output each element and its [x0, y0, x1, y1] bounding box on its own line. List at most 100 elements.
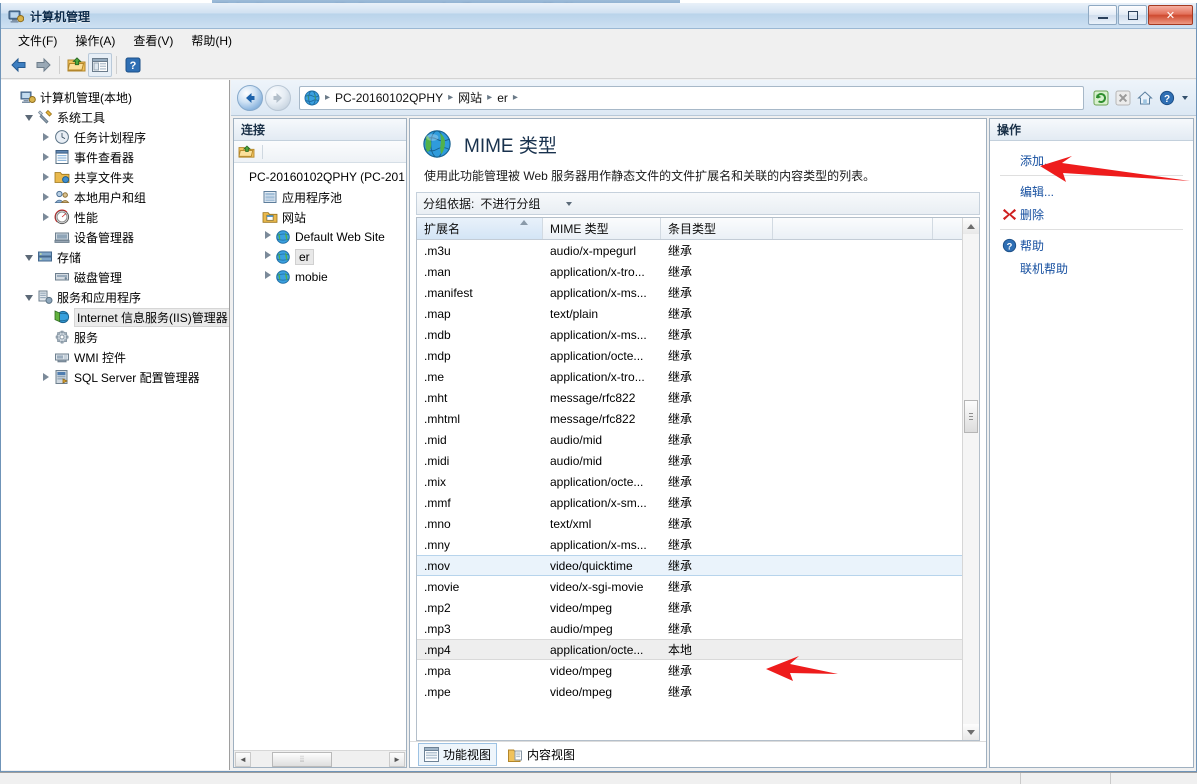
chevron-right-icon-conn-4[interactable]: [263, 251, 275, 263]
chevron-down-icon-1[interactable]: [24, 112, 35, 123]
console-tree-item-9[interactable]: 磁盘管理: [1, 267, 229, 287]
connection-node-2[interactable]: 网站: [234, 207, 406, 227]
column-header-0[interactable]: 扩展名: [417, 218, 543, 239]
console-tree-item-8[interactable]: 存储: [1, 247, 229, 267]
stop-icon[interactable]: [1114, 89, 1132, 107]
connect-folder-icon[interactable]: [238, 144, 255, 159]
chevron-down-icon-8[interactable]: [24, 252, 35, 263]
connections-tree[interactable]: PC-20160102QPHY (PC-201 应用程序池 网站 Default We…: [234, 163, 406, 750]
breadcrumb-item-sites[interactable]: 网站: [455, 89, 485, 106]
close-button[interactable]: ✕: [1148, 5, 1193, 25]
console-tree-item-2[interactable]: 任务计划程序: [1, 127, 229, 147]
table-row[interactable]: .man application/x-tro... 继承: [417, 261, 962, 282]
action-item-4[interactable]: 联机帮助: [990, 257, 1193, 280]
chevron-right-icon-5[interactable]: [41, 192, 52, 203]
hscroll-thumb[interactable]: ⦙⦙: [272, 751, 332, 767]
console-tree-item-7[interactable]: 设备管理器: [1, 227, 229, 247]
console-tree-item-0[interactable]: 计算机管理(本地): [1, 87, 229, 107]
chevron-right-icon-conn-5[interactable]: [263, 271, 275, 283]
vscroll-thumb[interactable]: [964, 400, 978, 433]
chevron-right-icon-6[interactable]: [41, 212, 52, 223]
table-row[interactable]: .midi audio/mid 继承: [417, 450, 962, 471]
forward-icon[interactable]: [31, 53, 55, 77]
console-tree-item-4[interactable]: 共享文件夹: [1, 167, 229, 187]
maximize-button[interactable]: [1118, 5, 1147, 25]
console-tree-item-6[interactable]: 性能: [1, 207, 229, 227]
table-row[interactable]: .manifest application/x-ms... 继承: [417, 282, 962, 303]
tab-features-view[interactable]: 功能视图: [418, 743, 498, 766]
help-icon[interactable]: ?: [121, 53, 145, 77]
console-tree-item-11[interactable]: Internet 信息服务(IIS)管理器: [1, 307, 229, 327]
forward-circle-icon[interactable]: [265, 84, 291, 111]
action-item-2[interactable]: 删除: [990, 203, 1193, 226]
minimize-button[interactable]: [1088, 5, 1117, 25]
table-row[interactable]: .movie video/x-sgi-movie 继承: [417, 576, 962, 597]
table-row[interactable]: .mmf application/x-sm... 继承: [417, 492, 962, 513]
home-icon[interactable]: [1136, 89, 1154, 107]
hscroll-left-arrow[interactable]: ◄: [235, 751, 251, 767]
connections-hscrollbar[interactable]: ◄ ⦙⦙ ►: [234, 750, 406, 767]
breadcrumb-item-server[interactable]: PC-20160102QPHY: [332, 91, 446, 105]
column-header-3[interactable]: [773, 218, 933, 239]
table-row[interactable]: .map text/plain 继承: [417, 303, 962, 324]
table-row[interactable]: .mno text/xml 继承: [417, 513, 962, 534]
connection-node-4[interactable]: er: [234, 247, 406, 267]
menu-file[interactable]: 文件(F): [9, 30, 66, 51]
help-circle-icon[interactable]: ?: [1158, 89, 1176, 107]
menu-action[interactable]: 操作(A): [66, 30, 124, 51]
dropdown-caret-icon[interactable]: [1180, 89, 1190, 107]
actions-list[interactable]: 添加... 编辑... 删除 ? 帮助 联机帮助: [990, 141, 1193, 280]
vscroll-down-arrow[interactable]: [963, 724, 979, 740]
breadcrumb[interactable]: ▸ PC-20160102QPHY ▸ 网站 ▸ er ▸: [299, 85, 1084, 110]
table-row[interactable]: .mp4 application/octe... 本地: [417, 639, 962, 660]
table-row[interactable]: .mpa video/mpeg 继承: [417, 660, 962, 681]
console-tree-item-5[interactable]: 本地用户和组: [1, 187, 229, 207]
chevron-right-icon-4[interactable]: [41, 172, 52, 183]
chevron-down-icon-10[interactable]: [24, 292, 35, 303]
back-icon[interactable]: [7, 53, 31, 77]
table-row[interactable]: .me application/x-tro... 继承: [417, 366, 962, 387]
column-header-2[interactable]: 条目类型: [661, 218, 773, 239]
action-item-0[interactable]: 添加...: [990, 149, 1193, 172]
table-row[interactable]: .mp3 audio/mpeg 继承: [417, 618, 962, 639]
table-row[interactable]: .mov video/quicktime 继承: [417, 555, 962, 576]
table-row[interactable]: .mny application/x-ms... 继承: [417, 534, 962, 555]
console-tree-item-10[interactable]: 服务和应用程序: [1, 287, 229, 307]
table-row[interactable]: .mdb application/x-ms... 继承: [417, 324, 962, 345]
table-row[interactable]: .mht message/rfc822 继承: [417, 387, 962, 408]
group-by-caret-icon[interactable]: [566, 201, 573, 206]
action-item-3[interactable]: ? 帮助: [990, 234, 1193, 257]
menu-help[interactable]: 帮助(H): [182, 30, 241, 51]
up-folder-icon[interactable]: [64, 53, 88, 77]
chevron-right-icon-14[interactable]: [41, 372, 52, 383]
table-row[interactable]: .mid audio/mid 继承: [417, 429, 962, 450]
action-item-1[interactable]: 编辑...: [990, 180, 1193, 203]
console-tree-item-3[interactable]: 事件查看器: [1, 147, 229, 167]
connection-node-0[interactable]: PC-20160102QPHY (PC-201: [234, 167, 406, 187]
vscroll-up-arrow[interactable]: [963, 218, 979, 234]
table-row[interactable]: .mix application/octe... 继承: [417, 471, 962, 492]
menu-view[interactable]: 查看(V): [124, 30, 182, 51]
connection-node-3[interactable]: Default Web Site: [234, 227, 406, 247]
column-header-1[interactable]: MIME 类型: [543, 218, 661, 239]
mime-grid-rows[interactable]: .m3u audio/x-mpegurl 继承 .man application/x-t…: [417, 240, 962, 740]
table-row[interactable]: .mdp application/octe... 继承: [417, 345, 962, 366]
tab-content-view[interactable]: 内容视图: [503, 744, 580, 765]
mime-grid-vscrollbar[interactable]: [962, 218, 979, 740]
group-by-value[interactable]: 不进行分组: [480, 195, 540, 212]
back-circle-icon[interactable]: [237, 84, 263, 111]
table-row[interactable]: .mhtml message/rfc822 继承: [417, 408, 962, 429]
chevron-right-icon-2[interactable]: [41, 132, 52, 143]
breadcrumb-item-site[interactable]: er: [494, 91, 511, 105]
console-tree-item-1[interactable]: 系统工具: [1, 107, 229, 127]
console-tree-item-12[interactable]: 服务: [1, 327, 229, 347]
table-row[interactable]: .mp2 video/mpeg 继承: [417, 597, 962, 618]
console-tree-item-13[interactable]: WMI 控件: [1, 347, 229, 367]
refresh-icon[interactable]: [1092, 89, 1110, 107]
table-row[interactable]: .mpe video/mpeg 继承: [417, 681, 962, 702]
connection-node-1[interactable]: 应用程序池: [234, 187, 406, 207]
chevron-right-icon-conn-3[interactable]: [263, 231, 275, 243]
console-tree[interactable]: 计算机管理(本地) 系统工具 任务计划程序 事件查看器 共享文件夹 本地用户和组 性能 设备管…: [1, 80, 230, 770]
hscroll-right-arrow[interactable]: ►: [389, 751, 405, 767]
show-hide-console-tree-icon[interactable]: [88, 52, 112, 77]
